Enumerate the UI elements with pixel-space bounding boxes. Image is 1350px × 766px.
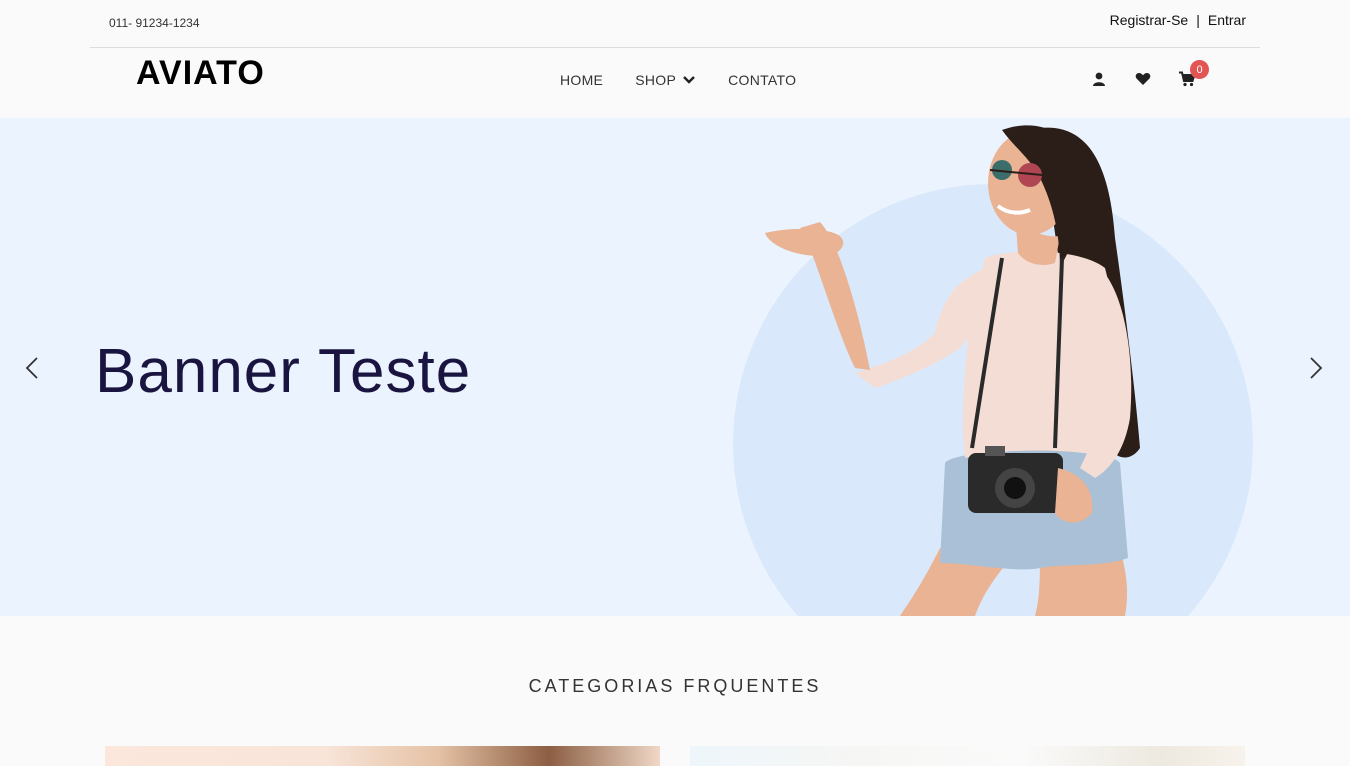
hero-banner: Banner Teste (0, 118, 1350, 616)
auth-separator: | (1196, 12, 1200, 28)
category-card[interactable] (105, 746, 660, 766)
login-link[interactable]: Entrar (1208, 12, 1246, 28)
topbar: 011- 91234-1234 Registrar-Se | Entrar (90, 0, 1260, 48)
hero-title: Banner Teste (95, 337, 472, 406)
register-link[interactable]: Registrar-Se (1110, 12, 1189, 28)
nav-item-label: SHOP (635, 72, 677, 88)
nav-item-contato[interactable]: CONTATO (728, 72, 796, 88)
main-nav: HOME SHOP CONTATO (560, 72, 796, 88)
cart-count-badge: 0 (1190, 60, 1209, 79)
phone-number: 011- 91234-1234 (109, 16, 200, 30)
nav-item-home[interactable]: HOME (560, 72, 603, 88)
cart-icon[interactable]: 0 (1178, 60, 1209, 88)
hero-model-image (765, 125, 1140, 616)
category-card[interactable] (690, 746, 1245, 766)
user-icon[interactable] (1090, 70, 1108, 88)
nav-item-label: HOME (560, 72, 604, 88)
chevron-right-icon[interactable] (1304, 356, 1326, 380)
header-icons: 0 (1090, 60, 1209, 88)
chevron-down-icon (682, 72, 696, 88)
auth-links: Registrar-Se | Entrar (1110, 12, 1246, 28)
chevron-left-icon[interactable] (22, 356, 44, 380)
site-logo[interactable]: AVIATO (136, 54, 265, 93)
nav-item-shop[interactable]: SHOP (635, 72, 696, 88)
heart-icon[interactable] (1134, 70, 1152, 88)
main-header: AVIATO HOME SHOP CONTATO 0 (0, 48, 1350, 118)
nav-item-label: CONTATO (728, 72, 797, 88)
categories-title: CATEGORIAS FRQUENTES (528, 676, 822, 696)
